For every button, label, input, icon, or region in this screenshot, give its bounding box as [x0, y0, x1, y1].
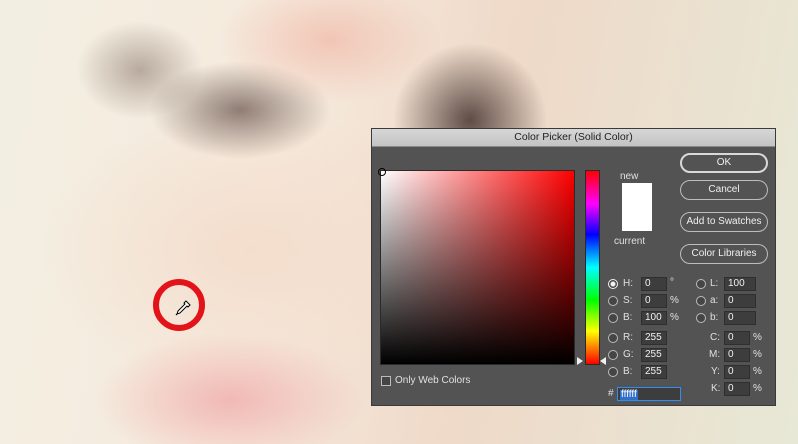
- h-label: H:: [623, 278, 633, 289]
- k-label: K:: [711, 383, 721, 394]
- s-unit: %: [670, 295, 679, 306]
- radio-s[interactable]: [608, 296, 618, 306]
- radio-g[interactable]: [608, 350, 618, 360]
- lab-b-input[interactable]: 0: [724, 311, 756, 325]
- rgb-b-input[interactable]: 255: [641, 365, 667, 379]
- radio-r[interactable]: [608, 333, 618, 343]
- rgb-b-label: B:: [623, 366, 633, 377]
- c-input[interactable]: 0: [724, 331, 750, 345]
- hex-value: ffffff: [620, 389, 638, 400]
- only-web-colors-label: Only Web Colors: [395, 375, 471, 386]
- dialog-title: Color Picker (Solid Color): [372, 129, 775, 147]
- m-label: M:: [709, 349, 721, 360]
- h-input[interactable]: 0: [641, 277, 667, 291]
- s-input[interactable]: 0: [641, 294, 667, 308]
- radio-b[interactable]: [608, 313, 618, 323]
- y-input[interactable]: 0: [724, 365, 750, 379]
- b-label: B:: [623, 312, 633, 323]
- radio-lab-b[interactable]: [696, 313, 706, 323]
- r-label: R:: [623, 332, 633, 343]
- only-web-colors-checkbox[interactable]: [381, 376, 391, 386]
- k-input[interactable]: 0: [724, 382, 750, 396]
- radio-h[interactable]: [608, 279, 618, 289]
- hex-hash: #: [608, 388, 614, 399]
- hue-slider-handle-right[interactable]: [600, 357, 606, 365]
- a-label: a:: [710, 295, 719, 306]
- hue-slider[interactable]: [585, 170, 600, 365]
- m-unit: %: [753, 349, 762, 360]
- lab-b-label: b:: [710, 312, 719, 323]
- color-picker-dialog: Color Picker (Solid Color) new current O…: [371, 128, 776, 406]
- new-color-swatch: [622, 183, 652, 207]
- current-label: current: [614, 236, 646, 247]
- g-label: G:: [623, 349, 634, 360]
- m-input[interactable]: 0: [724, 348, 750, 362]
- add-to-swatches-button[interactable]: Add to Swatches: [680, 212, 768, 232]
- eyedropper-icon: [175, 300, 191, 316]
- k-unit: %: [753, 383, 762, 394]
- y-label: Y:: [711, 366, 720, 377]
- color-libraries-button[interactable]: Color Libraries: [680, 244, 768, 264]
- field-marker[interactable]: [378, 168, 386, 176]
- a-input[interactable]: 0: [724, 294, 756, 308]
- current-color-swatch[interactable]: [622, 207, 652, 231]
- new-label: new: [620, 171, 639, 182]
- r-input[interactable]: 255: [641, 331, 667, 345]
- hex-input[interactable]: ffffff: [617, 387, 681, 401]
- cancel-button[interactable]: Cancel: [680, 180, 768, 200]
- radio-a[interactable]: [696, 296, 706, 306]
- radio-rgb-b[interactable]: [608, 367, 618, 377]
- s-label: S:: [623, 295, 633, 306]
- c-label: C:: [710, 332, 720, 343]
- l-input[interactable]: 100: [724, 277, 756, 291]
- h-unit: °: [670, 277, 674, 288]
- ok-button[interactable]: OK: [680, 153, 768, 173]
- c-unit: %: [753, 332, 762, 343]
- saturation-brightness-field[interactable]: [378, 168, 575, 365]
- g-input[interactable]: 255: [641, 348, 667, 362]
- radio-l[interactable]: [696, 279, 706, 289]
- b-unit: %: [670, 312, 679, 323]
- y-unit: %: [753, 366, 762, 377]
- l-label: L:: [710, 278, 719, 289]
- hue-slider-handle-left[interactable]: [577, 357, 583, 365]
- b-input[interactable]: 100: [641, 311, 667, 325]
